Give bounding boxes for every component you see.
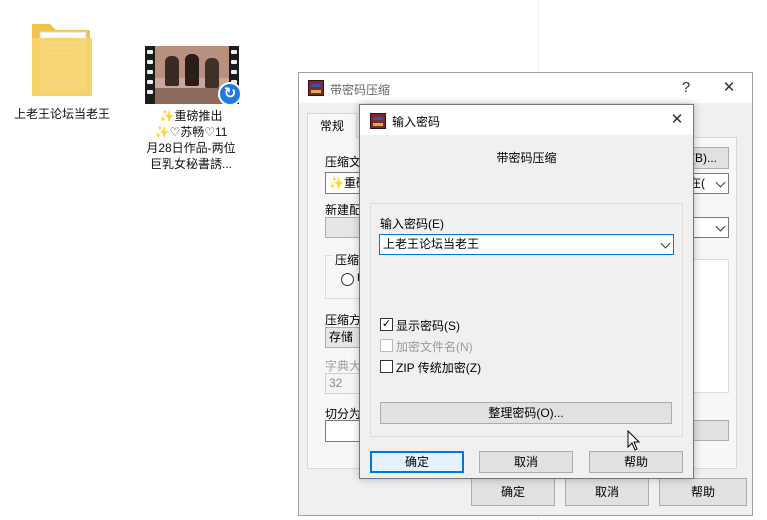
dialog-heading: 带密码压缩 bbox=[496, 151, 557, 165]
password-dialog-title: 输入密码 bbox=[392, 115, 441, 129]
encrypt-filenames-checkbox[interactable] bbox=[380, 339, 393, 352]
ok-button[interactable]: 确定 bbox=[471, 478, 555, 506]
close-icon[interactable]: ✕ bbox=[666, 110, 688, 130]
winrar-icon bbox=[308, 80, 324, 96]
media-player-badge-icon: ↻ bbox=[218, 82, 242, 106]
dictionary-label: 字典大 bbox=[325, 359, 362, 373]
password-dialog: 输入密码 ✕ 带密码压缩 输入密码(E) 上老王论坛当老王 ✓ 显示密码(S) … bbox=[359, 104, 694, 479]
archive-name-label: 压缩文 bbox=[325, 155, 362, 169]
ok-button[interactable]: 确定 bbox=[370, 451, 464, 473]
organize-passwords-button[interactable]: 整理密码(O)... bbox=[380, 402, 672, 424]
help-button[interactable]: 帮助 bbox=[659, 478, 747, 506]
password-label: 输入密码(E) bbox=[380, 217, 444, 231]
zip-legacy-label: ZIP 传统加密(Z) bbox=[396, 361, 482, 375]
archive-dialog-title: 带密码压缩 bbox=[330, 83, 391, 97]
mouse-cursor-icon bbox=[627, 430, 641, 451]
encrypt-filenames-label: 加密文件名(N) bbox=[396, 340, 473, 354]
zip-legacy-checkbox[interactable] bbox=[380, 360, 393, 373]
tab-general[interactable]: 常规 bbox=[307, 113, 357, 138]
folder-icon bbox=[32, 24, 92, 96]
show-password-label: 显示密码(S) bbox=[396, 319, 460, 333]
password-input[interactable]: 上老王论坛当老王 bbox=[379, 234, 674, 255]
close-icon[interactable]: ✕ bbox=[718, 78, 740, 98]
show-password-checkbox[interactable]: ✓ bbox=[380, 318, 393, 331]
folder-label: 上老王论坛当老王 bbox=[14, 107, 111, 121]
cancel-button[interactable]: 取消 bbox=[565, 478, 649, 506]
cancel-button[interactable]: 取消 bbox=[479, 451, 573, 473]
help-button[interactable]: 帮助 bbox=[589, 451, 683, 473]
method-label: 压缩方 bbox=[325, 313, 362, 327]
help-icon[interactable]: ? bbox=[675, 78, 697, 98]
winrar-icon bbox=[370, 113, 386, 129]
profile-label: 新建配 bbox=[325, 203, 362, 217]
format-radio[interactable] bbox=[341, 273, 354, 286]
video-label: ✨重磅推出 ✨♡苏畅♡11 月28日作品-两位 巨乳女秘書誘... bbox=[146, 109, 236, 171]
